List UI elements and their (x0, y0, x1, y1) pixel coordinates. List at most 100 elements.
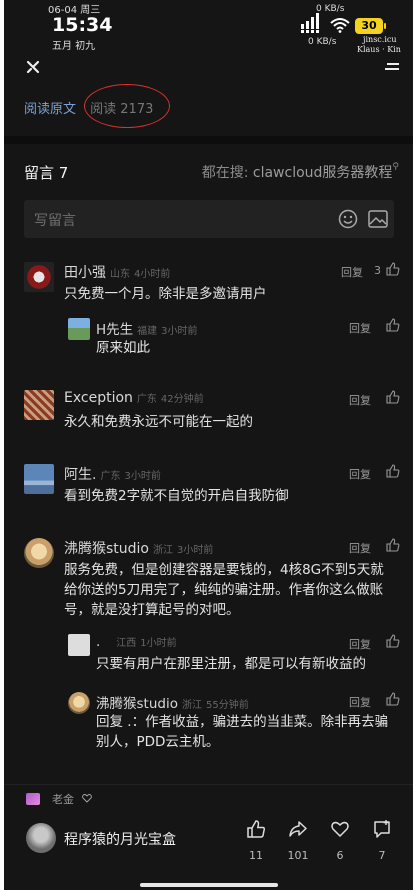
comment-author-name: 田小强 (64, 265, 106, 281)
comment-time: 42分钟前 (160, 394, 204, 405)
status-bar: 06-04 周三 15:34 五月 初九 0 KB/s 30 0 KB/s ji… (4, 0, 413, 58)
image-icon[interactable] (368, 210, 388, 228)
read-original-link[interactable]: 阅读原文 (24, 102, 76, 117)
reply-button[interactable]: 回复 (349, 392, 371, 408)
phone-screen: 06-04 周三 15:34 五月 初九 0 KB/s 30 0 KB/s ji… (4, 0, 413, 890)
red-circle-annotation (84, 84, 170, 128)
avatar[interactable] (68, 634, 90, 656)
avatar[interactable] (24, 538, 54, 568)
reply-time: 3小时前 (161, 326, 198, 337)
bottom-bar: 老金 程序猿的月光宝盒 11 101 6 7 (4, 784, 413, 890)
thumbs-up-icon[interactable] (386, 262, 400, 276)
section-divider (4, 136, 413, 144)
comment-time: 4小时前 (134, 269, 171, 280)
comment-text: 只免费一个月。除非是多邀请用户 (64, 286, 267, 302)
account-name[interactable]: 程序猿的月光宝盒 (64, 829, 176, 849)
comments-title: 留言 7 (24, 164, 69, 182)
comment-action[interactable]: 7 (367, 819, 397, 862)
comment-location: 山东 (110, 269, 130, 280)
reply-author[interactable]: H先生 福建 3小时前 (96, 318, 198, 338)
status-lunar-date: 五月 初九 (52, 41, 96, 52)
like-count: 3 (374, 264, 381, 277)
write-comment-box[interactable]: 写留言 (24, 200, 394, 238)
comment-location: 广东 (136, 394, 157, 405)
reply-text: 回复 .：作者收益，骗进去的当韭菜。除非再去骗别人，PDD云主机。 (96, 714, 389, 750)
collapse-icon[interactable] (26, 60, 40, 74)
reply-author-name: H先生 (96, 322, 134, 338)
thumbs-up-icon[interactable] (386, 538, 400, 552)
reply-button[interactable]: 回复 (349, 320, 371, 336)
thumbs-up-icon[interactable] (386, 634, 400, 648)
comment-author-name: 阿生. (64, 467, 97, 483)
reply-button[interactable]: 回复 (349, 694, 371, 710)
reply-location: 江西 (116, 638, 137, 649)
comment-count: 7 (378, 849, 386, 862)
heart-icon (331, 821, 349, 838)
share-count: 101 (287, 849, 309, 862)
favorite-action[interactable]: 6 (325, 819, 355, 862)
comment-text: 看到免费2字就不自觉的开启自我防御 (64, 488, 289, 504)
reply-button[interactable]: 回复 (341, 264, 363, 280)
write-comment-placeholder: 写留言 (34, 213, 76, 229)
watermark-line-2: Klaus · Kin (357, 45, 401, 54)
comment-author[interactable]: 阿生. 广东 3小时前 (64, 464, 161, 484)
status-speed-down: 0 KB/s (308, 37, 337, 47)
search-hint-prefix: 都在搜: (201, 165, 253, 181)
current-user-name: 老金 (52, 793, 74, 806)
comment-location: 浙江 (153, 545, 173, 556)
search-hint-keyword[interactable]: clawcloud服务器教程 (253, 165, 393, 181)
reply-location: 浙江 (181, 700, 202, 711)
emoji-icon[interactable] (338, 209, 358, 229)
reply-button[interactable]: 回复 (349, 540, 371, 556)
search-hint[interactable]: 都在搜: clawcloud服务器教程⚲ (202, 162, 399, 182)
reply-author[interactable]: . 江西 1小时前 (96, 634, 177, 650)
reply-button[interactable]: 回复 (349, 636, 371, 652)
favorite-count: 6 (336, 849, 344, 862)
comment-author-name: Exception (64, 390, 133, 406)
comment-text: 服务免费，但是创建容器是要钱的，4核8G不到5天就给你送的5刀用完了，纯纯的骗注… (64, 562, 384, 618)
status-time: 15:34 (52, 14, 113, 36)
comment-author[interactable]: 田小强 山东 4小时前 (64, 262, 170, 282)
comment-author[interactable]: Exception 广东 42分钟前 (64, 390, 204, 406)
thumbs-up-icon[interactable] (386, 318, 400, 332)
battery-indicator: 30 (355, 18, 386, 34)
share-icon (289, 821, 307, 837)
thumbs-up-icon[interactable] (386, 692, 400, 706)
account-avatar[interactable] (26, 823, 56, 853)
home-indicator[interactable] (140, 883, 278, 887)
like-count: 11 (249, 849, 263, 862)
reply-author-name: . (96, 634, 101, 650)
avatar[interactable] (24, 464, 54, 494)
comment-time: 3小时前 (124, 471, 161, 482)
share-action[interactable]: 101 (283, 819, 313, 862)
comment-time: 3小时前 (177, 545, 214, 556)
search-icon: ⚲ (392, 162, 399, 172)
avatar[interactable] (24, 262, 54, 292)
signal-icon (301, 13, 319, 33)
reply-author[interactable]: 沸腾猴studio 浙江 55分钟前 (96, 692, 249, 712)
reply-author-name: 沸腾猴studio (96, 696, 178, 712)
reply-time: 55分钟前 (205, 700, 249, 711)
heart-icon (82, 794, 92, 803)
avatar[interactable] (68, 692, 90, 714)
reply-button[interactable]: 回复 (349, 466, 371, 482)
reply-time: 1小时前 (140, 638, 177, 649)
reply-text: 原来如此 (96, 340, 150, 356)
thumbs-up-icon[interactable] (386, 464, 400, 478)
watermark-line-1: jinsc.icu (363, 35, 397, 44)
thumbs-up-icon[interactable] (386, 390, 400, 404)
thumbs-up-icon (247, 820, 265, 838)
reply-text: 只要有用户在那里注册，都是可以有新收益的 (96, 656, 366, 672)
wifi-icon (330, 18, 350, 33)
like-action[interactable]: 11 (241, 819, 271, 862)
menu-icon[interactable] (384, 62, 400, 74)
reply-location: 福建 (137, 326, 158, 337)
avatar[interactable] (68, 318, 90, 340)
comment-add-icon (374, 820, 390, 838)
comment-author[interactable]: 沸腾猴studio 浙江 3小时前 (64, 538, 213, 558)
comment-author-name: 沸腾猴studio (64, 541, 149, 557)
avatar[interactable] (24, 390, 54, 420)
user-avatar (26, 793, 40, 805)
comment-text: 永久和免费永远不可能在一起的 (64, 414, 253, 430)
comment-location: 广东 (100, 471, 121, 482)
